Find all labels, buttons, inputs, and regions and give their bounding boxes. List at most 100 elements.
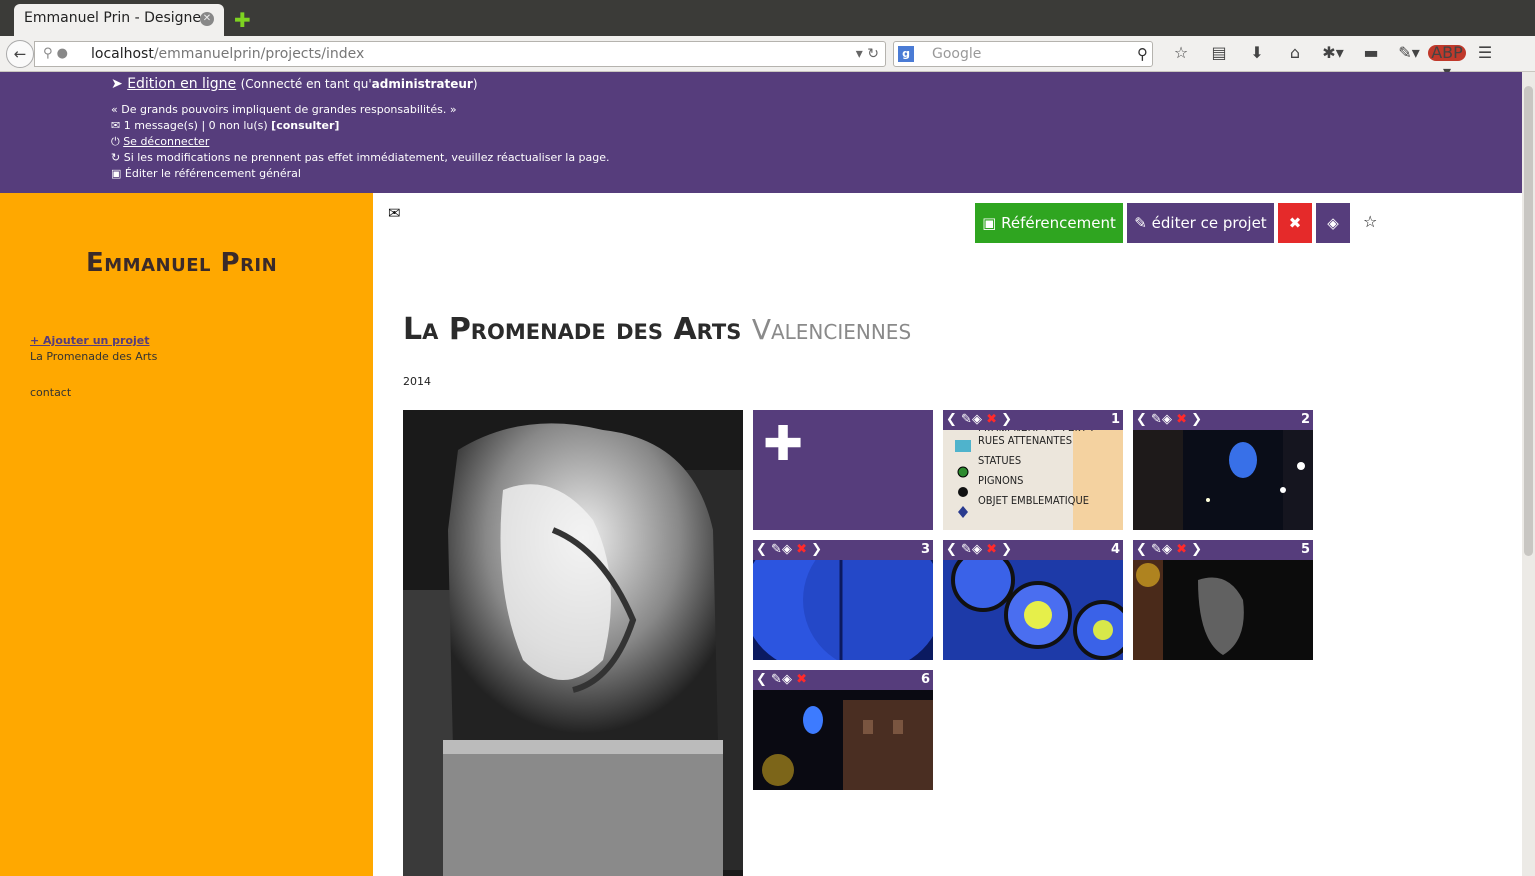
project-subtitle: Valenciennes: [751, 313, 912, 346]
thumbnail-toolbar: ❮ ✎◈ ✖ ❯ 2: [1133, 410, 1313, 430]
thumbnail-5[interactable]: ❮ ✎◈ ✖ ❯ 5: [1133, 540, 1313, 660]
thumbnail-toolbar: ❮ ✎◈ ✖ 6: [753, 670, 933, 690]
map-legend: PROMENADE DES ARTS RUES ATTENANTES STATU…: [978, 430, 1093, 511]
power-icon: ⏻: [111, 135, 120, 148]
eye-slash-icon[interactable]: ◈: [972, 542, 982, 557]
briefcase-icon: ▣: [982, 214, 997, 232]
delete-icon[interactable]: ✖: [796, 542, 807, 557]
browser-tab[interactable]: Emmanuel Prin - Designer ✕: [14, 4, 224, 36]
thumbnail-number: 3: [920, 542, 930, 557]
search-placeholder: Google: [932, 46, 982, 62]
pencil-icon[interactable]: ✎: [771, 542, 782, 557]
sidebar-item-contact[interactable]: contact: [30, 386, 71, 399]
move-right-icon[interactable]: ❯: [1001, 412, 1012, 427]
back-arrow-icon[interactable]: ←: [6, 40, 34, 68]
envelope-icon: ✉: [111, 119, 121, 132]
sidebar-item-project[interactable]: La Promenade des Arts: [30, 350, 157, 363]
pencil-icon: ✎: [1134, 214, 1147, 232]
page-scrollbar[interactable]: [1522, 72, 1535, 876]
url-host: localhost: [91, 46, 154, 62]
visibility-toggle-button[interactable]: ◈: [1316, 203, 1350, 243]
thumbnail-number: 5: [1300, 542, 1310, 557]
plus-icon: ✚: [763, 416, 804, 472]
logout-link[interactable]: Se déconnecter: [123, 135, 209, 148]
eye-slash-icon[interactable]: ◈: [1162, 542, 1172, 557]
edition-link[interactable]: Edition en ligne: [127, 76, 236, 92]
eye-slash-icon: ◈: [1327, 214, 1339, 232]
thumbnail-toolbar: ❮ ✎◈ ✖ ❯ 1: [943, 410, 1123, 430]
move-left-icon[interactable]: ❮: [1136, 412, 1147, 427]
scrollbar-thumb[interactable]: [1524, 86, 1533, 556]
delete-project-button[interactable]: ✖: [1278, 203, 1312, 243]
reload-icon[interactable]: ▾ ↻: [856, 42, 879, 66]
new-tab-icon[interactable]: ✚: [234, 8, 251, 32]
url-bar[interactable]: ⚲ ● localhost/emmanuelprin/projects/inde…: [34, 41, 886, 67]
move-left-icon[interactable]: ❮: [946, 542, 957, 557]
pencil-icon[interactable]: ✎: [961, 542, 972, 557]
add-image-tile[interactable]: ✚: [753, 410, 933, 530]
consult-link[interactable]: [consulter]: [271, 119, 339, 132]
thumbnail-6[interactable]: ❮ ✎◈ ✖ 6: [753, 670, 933, 790]
close-tab-icon[interactable]: ✕: [200, 12, 214, 26]
project-year: 2014: [403, 375, 431, 388]
eye-slash-icon[interactable]: ◈: [972, 412, 982, 427]
sidebar: Emmanuel Prin + Ajouter un projet La Pro…: [0, 193, 373, 876]
browser-nav-bar: ← ⚲ ● localhost/emmanuelprin/projects/in…: [0, 36, 1535, 81]
add-project-link[interactable]: + Ajouter un projet: [30, 334, 150, 347]
thumbnail-toolbar: ❮ ✎◈ ✖ ❯ 4: [943, 540, 1123, 560]
mail-icon[interactable]: ✉: [388, 204, 401, 222]
connected-suffix: ): [472, 77, 478, 91]
edit-project-label: éditer ce projet: [1151, 214, 1267, 232]
thumbnail-2[interactable]: ❮ ✎◈ ✖ ❯ 2: [1133, 410, 1313, 530]
thumbnail-1[interactable]: ❮ ✎◈ ✖ ❯ 1 PROMENADE DES ARTS RUES ATTEN…: [943, 410, 1123, 530]
move-left-icon[interactable]: ❮: [946, 412, 957, 427]
thumbnail-4[interactable]: ❮ ✎◈ ✖ ❯ 4: [943, 540, 1123, 660]
delete-icon[interactable]: ✖: [986, 412, 997, 427]
site-identity-icon[interactable]: ⚲ ●: [43, 42, 68, 66]
thumbnail-toolbar: ❮ ✎◈ ✖ ❯ 5: [1133, 540, 1313, 560]
search-icon[interactable]: ⚲: [1137, 42, 1148, 66]
google-icon[interactable]: g: [898, 46, 914, 62]
pencil-icon[interactable]: ✎: [1151, 542, 1162, 557]
delete-icon[interactable]: ✖: [796, 672, 807, 687]
tab-title: Emmanuel Prin - Designer: [24, 10, 207, 26]
eye-slash-icon[interactable]: ◈: [782, 542, 792, 557]
move-right-icon[interactable]: ❯: [811, 542, 822, 557]
delete-icon[interactable]: ✖: [986, 542, 997, 557]
search-input[interactable]: g Google ⚲: [893, 41, 1153, 67]
move-right-icon[interactable]: ❯: [1191, 412, 1202, 427]
seo-general-label: Éditer le référencement général: [124, 167, 301, 180]
connected-prefix: (Connecté en tant qu': [240, 77, 372, 91]
move-right-icon[interactable]: ❯: [1001, 542, 1012, 557]
eye-slash-icon[interactable]: ◈: [782, 672, 792, 687]
move-right-icon[interactable]: ❯: [1191, 542, 1202, 557]
messages-count: 1 message(s) | 0 non lu(s): [123, 119, 268, 132]
project-title: La Promenade des Arts: [403, 312, 742, 347]
browser-tab-bar: Emmanuel Prin - Designer ✕ ✚: [0, 0, 1535, 36]
delete-icon[interactable]: ✖: [1176, 542, 1187, 557]
edit-project-button[interactable]: ✎ éditer ce projet: [1127, 203, 1274, 243]
move-left-icon[interactable]: ❮: [756, 542, 767, 557]
close-icon: ✖: [1288, 214, 1302, 232]
move-left-icon[interactable]: ❮: [756, 672, 767, 687]
seo-general-link[interactable]: ▣ Éditer le référencement général: [111, 166, 1522, 182]
page-title: La Promenade des Arts Valenciennes: [403, 312, 911, 347]
refresh-note: Si les modifications ne prennent pas eff…: [123, 151, 610, 164]
pencil-icon[interactable]: ✎: [1151, 412, 1162, 427]
star-icon[interactable]: ☆: [1363, 212, 1377, 231]
admin-bar: ➤ Edition en ligne (Connecté en tant qu'…: [0, 72, 1522, 193]
legend-item: PIGNONS: [978, 474, 1024, 487]
site-brand[interactable]: Emmanuel Prin: [86, 248, 277, 278]
briefcase-icon: ▣: [111, 167, 122, 180]
move-left-icon[interactable]: ❮: [1136, 542, 1147, 557]
eye-slash-icon[interactable]: ◈: [1162, 412, 1172, 427]
delete-icon[interactable]: ✖: [1176, 412, 1187, 427]
seo-button-label: Référencement: [1001, 214, 1116, 232]
pencil-icon[interactable]: ✎: [961, 412, 972, 427]
refresh-icon: ↻: [111, 151, 121, 164]
connected-user: administrateur: [371, 77, 473, 91]
pencil-icon[interactable]: ✎: [771, 672, 782, 687]
main-project-image[interactable]: [403, 410, 743, 876]
thumbnail-3[interactable]: ❮ ✎◈ ✖ ❯ 3: [753, 540, 933, 660]
seo-button[interactable]: ▣ Référencement: [975, 203, 1123, 243]
